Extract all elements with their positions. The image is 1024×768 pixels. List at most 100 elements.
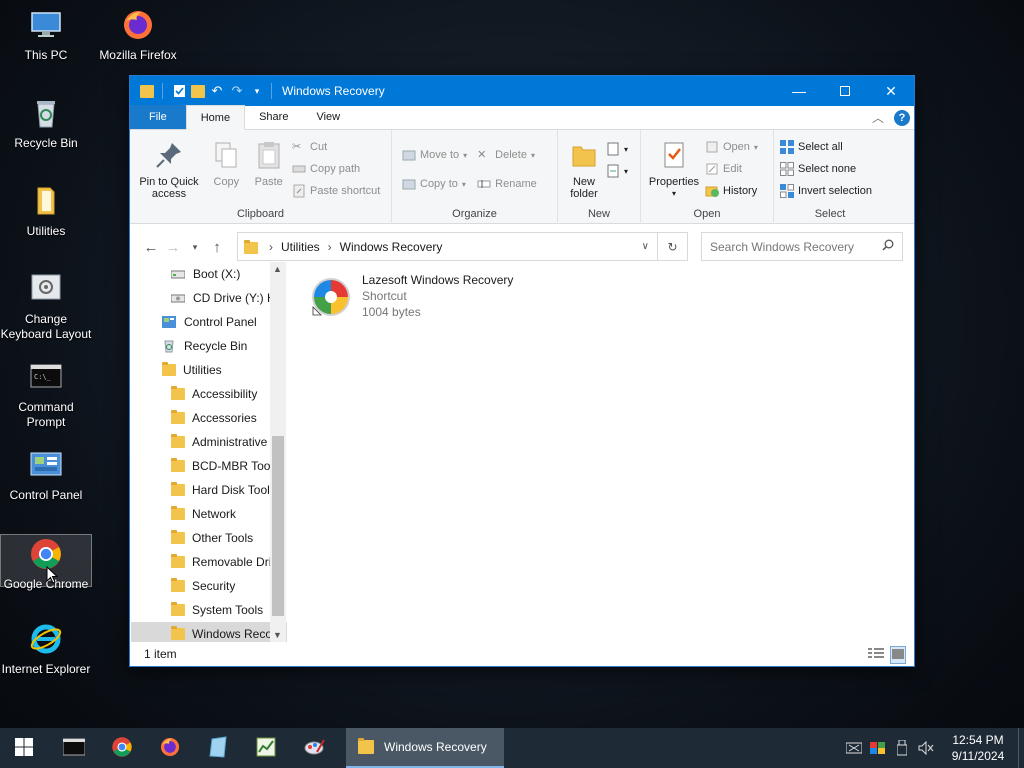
taskbar-task-manager[interactable] <box>242 728 290 768</box>
invert-selection-button[interactable]: Invert selection <box>780 180 882 202</box>
taskbar-command-prompt[interactable] <box>50 728 98 768</box>
usb-device-icon[interactable] <box>890 740 914 756</box>
network-icon[interactable] <box>842 741 866 755</box>
properties-button[interactable]: Properties ▾ <box>645 134 703 202</box>
desktop-icon-utilities[interactable]: Utilities <box>0 184 92 239</box>
desktop-icon-internet-explorer[interactable]: Internet Explorer <box>0 622 92 677</box>
collapse-ribbon-icon[interactable]: ︿ <box>872 109 884 126</box>
svg-text:C:\_: C:\_ <box>34 373 52 381</box>
nav-item[interactable]: Other Tools <box>131 526 287 550</box>
close-button[interactable]: ✕ <box>868 76 914 106</box>
properties-quick-icon[interactable] <box>171 83 187 99</box>
back-button[interactable]: ← <box>140 239 162 256</box>
address-dropdown-icon[interactable]: ∨ <box>642 241 649 252</box>
nav-item[interactable]: Boot (X:) <box>131 262 287 286</box>
large-icons-view-icon[interactable] <box>890 646 906 664</box>
nav-item[interactable]: Security <box>131 574 287 598</box>
tab-view[interactable]: View <box>302 105 354 129</box>
breadcrumb-item[interactable]: Windows Recovery <box>340 240 443 254</box>
nav-item[interactable]: Control Panel <box>131 310 287 334</box>
desktop-icon-command-prompt[interactable]: C:\_ Command Prompt <box>0 360 92 430</box>
copy-to-button[interactable]: Copy to ▾ <box>402 173 467 195</box>
rename-button[interactable]: Rename <box>477 173 537 195</box>
taskbar-firefox[interactable] <box>146 728 194 768</box>
edit-button[interactable]: Edit <box>705 158 758 180</box>
taskbar-notepad[interactable] <box>194 728 242 768</box>
pin-to-quick-access-button[interactable]: Pin to Quick access <box>134 134 204 202</box>
refresh-button[interactable]: ↻ <box>658 232 688 261</box>
copy-button[interactable]: Copy <box>207 134 245 190</box>
redo-icon[interactable]: ↷ <box>229 83 245 99</box>
minimize-button[interactable]: — <box>776 76 822 106</box>
display-icon[interactable] <box>866 741 890 755</box>
select-all-button[interactable]: Select all <box>780 136 882 158</box>
paste-button[interactable]: Paste <box>249 134 289 190</box>
folder-icon <box>140 84 154 98</box>
details-view-icon[interactable] <box>868 647 884 662</box>
show-desktop-button[interactable] <box>1018 728 1024 768</box>
invert-selection-icon <box>780 184 794 198</box>
scroll-down-icon[interactable]: ▼ <box>273 630 282 640</box>
taskbar-chrome[interactable] <box>98 728 146 768</box>
breadcrumb-item[interactable]: Utilities <box>281 240 320 254</box>
nav-item[interactable]: Network <box>131 502 287 526</box>
title-bar[interactable]: ↶ ↷ ▾ Windows Recovery — ✕ <box>130 76 914 106</box>
paste-shortcut-button[interactable]: Paste shortcut <box>292 180 380 202</box>
nav-item[interactable]: Hard Disk Tools <box>131 478 287 502</box>
forward-button[interactable]: → <box>162 239 184 256</box>
new-folder-button[interactable]: New folder <box>562 134 606 202</box>
volume-muted-icon[interactable] <box>914 741 938 755</box>
desktop-icon-keyboard-layout[interactable]: Change Keyboard Layout <box>0 272 92 342</box>
nav-item[interactable]: Accessibility <box>131 382 287 406</box>
explorer-window[interactable]: ↶ ↷ ▾ Windows Recovery — ✕ File Home Sha… <box>129 75 915 667</box>
folder-icon <box>171 458 185 472</box>
desktop-icon-firefox[interactable]: Mozilla Firefox <box>92 8 184 63</box>
nav-item[interactable]: Removable Dri <box>131 550 287 574</box>
nav-item[interactable]: Windows Reco <box>131 622 287 642</box>
nav-item-label: Utilities <box>183 363 222 377</box>
start-button[interactable] <box>0 728 48 768</box>
new-item-button[interactable]: ▾ <box>606 138 628 160</box>
tab-home[interactable]: Home <box>185 105 246 130</box>
navigation-scrollbar[interactable]: ▲ ▼ <box>270 262 286 642</box>
taskbar-paint[interactable] <box>290 728 338 768</box>
easy-access-button[interactable]: ▾ <box>606 160 628 182</box>
nav-item-label: BCD-MBR Tool <box>192 459 274 473</box>
desktop-icon-this-pc[interactable]: This PC <box>0 8 92 63</box>
nav-item[interactable]: Accessories <box>131 406 287 430</box>
open-button[interactable]: Open ▾ <box>705 136 758 158</box>
taskbar-app-windows-recovery[interactable]: Windows Recovery <box>346 728 504 768</box>
move-to-button[interactable]: Move to ▾ <box>402 144 467 166</box>
desktop-icon-recycle-bin[interactable]: Recycle Bin <box>0 96 92 151</box>
help-icon[interactable]: ? <box>894 109 910 126</box>
cut-button[interactable]: ✂ Cut <box>292 136 380 158</box>
scrollbar-thumb[interactable] <box>272 436 284 616</box>
customize-quick-access-icon[interactable]: ▾ <box>249 83 265 99</box>
history-button[interactable]: History <box>705 180 758 202</box>
command-prompt-icon <box>62 738 86 759</box>
tab-share[interactable]: Share <box>245 105 302 129</box>
copy-path-button[interactable]: Copy path <box>292 158 380 180</box>
nav-item[interactable]: Utilities <box>131 358 287 382</box>
navigation-pane[interactable]: Boot (X:) CD Drive (Y:) H Control Panel Rec… <box>131 262 287 642</box>
search-input[interactable]: Search Windows Recovery <box>701 232 903 261</box>
nav-item[interactable]: CD Drive (Y:) H <box>131 286 287 310</box>
address-bar[interactable]: › Utilities › Windows Recovery ∨ <box>237 232 658 261</box>
desktop-icon-control-panel[interactable]: Control Panel <box>0 448 92 503</box>
nav-item[interactable]: Administrative <box>131 430 287 454</box>
file-item[interactable]: Lazesoft Windows Recovery Shortcut 1004 … <box>310 272 513 320</box>
nav-item[interactable]: System Tools <box>131 598 287 622</box>
select-none-button[interactable]: Select none <box>780 158 882 180</box>
undo-icon[interactable]: ↶ <box>209 83 225 99</box>
clock[interactable]: 12:54 PM 9/11/2024 <box>938 732 1018 764</box>
recent-locations-button[interactable]: ▾ <box>184 242 206 253</box>
nav-item[interactable]: Recycle Bin <box>131 334 287 358</box>
scroll-up-icon[interactable]: ▲ <box>273 264 282 274</box>
maximize-button[interactable] <box>822 76 868 106</box>
delete-button[interactable]: ✕ Delete ▾ <box>477 144 537 166</box>
nav-item[interactable]: BCD-MBR Tool <box>131 454 287 478</box>
up-button[interactable]: ↑ <box>206 239 228 256</box>
group-label: Organize <box>452 208 497 220</box>
new-folder-quick-icon[interactable] <box>191 84 205 98</box>
tab-file[interactable]: File <box>130 105 186 129</box>
